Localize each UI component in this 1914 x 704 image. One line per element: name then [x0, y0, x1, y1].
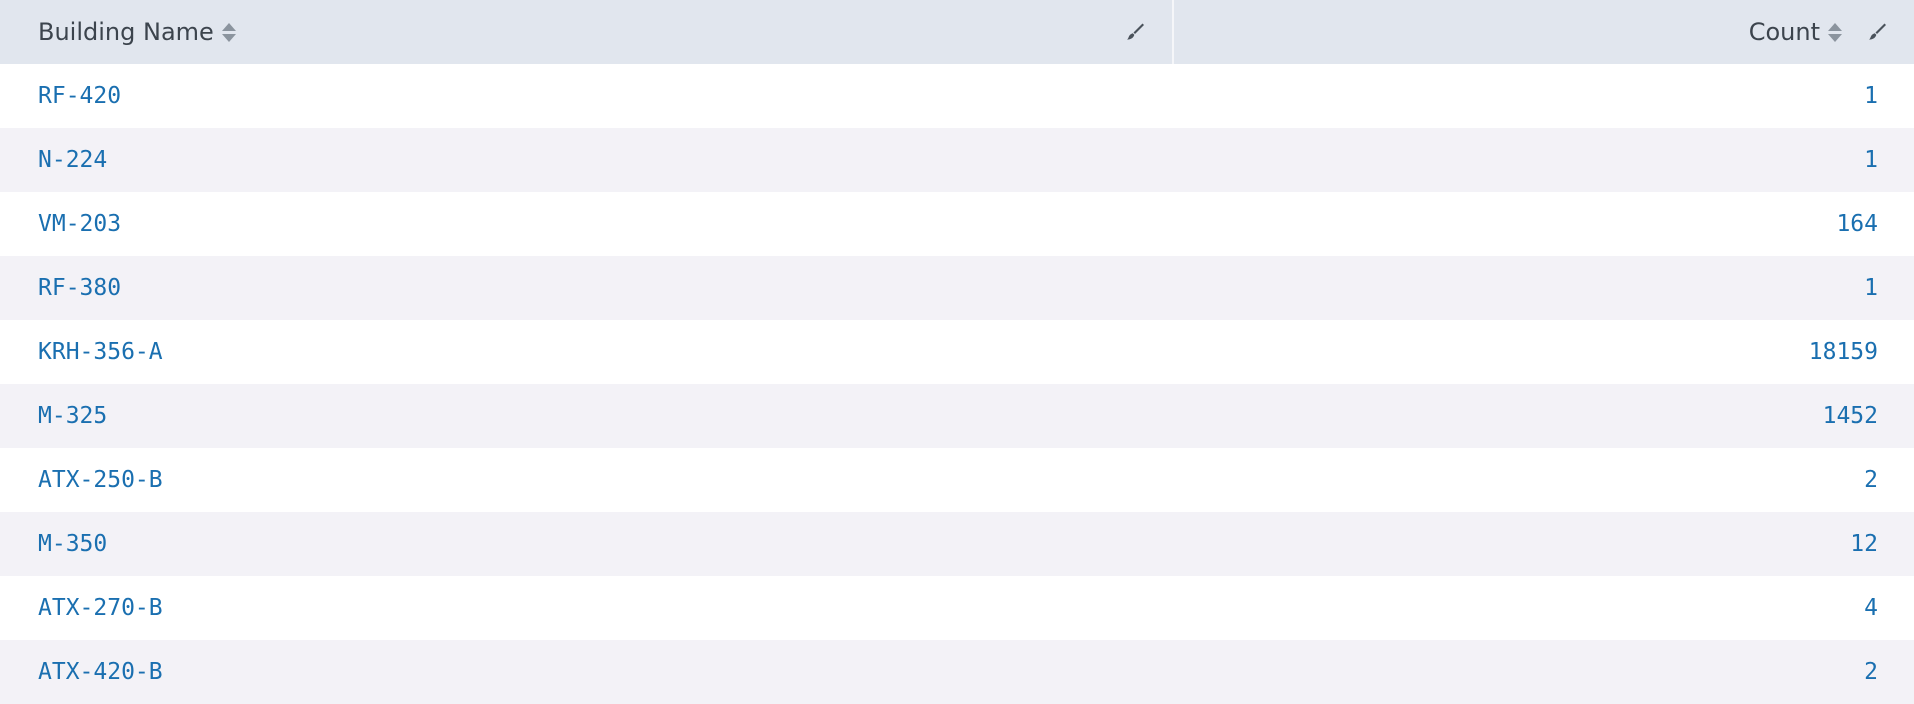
count-cell[interactable]: 1 — [1174, 275, 1914, 301]
table-row: ATX-250-B 2 — [0, 448, 1914, 512]
table-row: VM-203 164 — [0, 192, 1914, 256]
column-header-label: Building Name — [38, 18, 214, 46]
count-cell[interactable]: 2 — [1174, 467, 1914, 493]
sort-icon[interactable] — [1828, 22, 1842, 42]
sort-icon[interactable] — [221, 22, 236, 42]
table-row: N-224 1 — [0, 128, 1914, 192]
results-table: Building Name Count RF-420 1 N-224 1 VM-… — [0, 0, 1914, 704]
table-row: RF-420 1 — [0, 64, 1914, 128]
building-name-cell[interactable]: ATX-270-B — [0, 595, 1174, 621]
column-header-building-name[interactable]: Building Name — [0, 0, 1174, 64]
building-name-cell[interactable]: VM-203 — [0, 211, 1174, 237]
building-name-cell[interactable]: N-224 — [0, 147, 1174, 173]
building-name-cell[interactable]: M-325 — [0, 403, 1174, 429]
building-name-cell[interactable]: RF-380 — [0, 275, 1174, 301]
count-cell[interactable]: 1452 — [1174, 403, 1914, 429]
count-cell[interactable]: 18159 — [1174, 339, 1914, 365]
building-name-cell[interactable]: RF-420 — [0, 83, 1174, 109]
table-row: M-350 12 — [0, 512, 1914, 576]
count-cell[interactable]: 164 — [1174, 211, 1914, 237]
column-header-label: Count — [1748, 18, 1820, 46]
table-body: RF-420 1 N-224 1 VM-203 164 RF-380 1 KRH… — [0, 64, 1914, 704]
count-cell[interactable]: 4 — [1174, 595, 1914, 621]
table-row: ATX-270-B 4 — [0, 576, 1914, 640]
count-cell[interactable]: 1 — [1174, 83, 1914, 109]
table-row: M-325 1452 — [0, 384, 1914, 448]
table-row: ATX-420-B 2 — [0, 640, 1914, 704]
count-cell[interactable]: 12 — [1174, 531, 1914, 557]
building-name-cell[interactable]: ATX-250-B — [0, 467, 1174, 493]
count-cell[interactable]: 2 — [1174, 659, 1914, 685]
table-row: KRH-356-A 18159 — [0, 320, 1914, 384]
brush-icon[interactable] — [1864, 20, 1888, 44]
count-cell[interactable]: 1 — [1174, 147, 1914, 173]
building-name-cell[interactable]: KRH-356-A — [0, 339, 1174, 365]
table-header: Building Name Count — [0, 0, 1914, 64]
table-row: RF-380 1 — [0, 256, 1914, 320]
brush-icon[interactable] — [1122, 20, 1146, 44]
column-header-count[interactable]: Count — [1174, 0, 1914, 64]
building-name-cell[interactable]: ATX-420-B — [0, 659, 1174, 685]
building-name-cell[interactable]: M-350 — [0, 531, 1174, 557]
